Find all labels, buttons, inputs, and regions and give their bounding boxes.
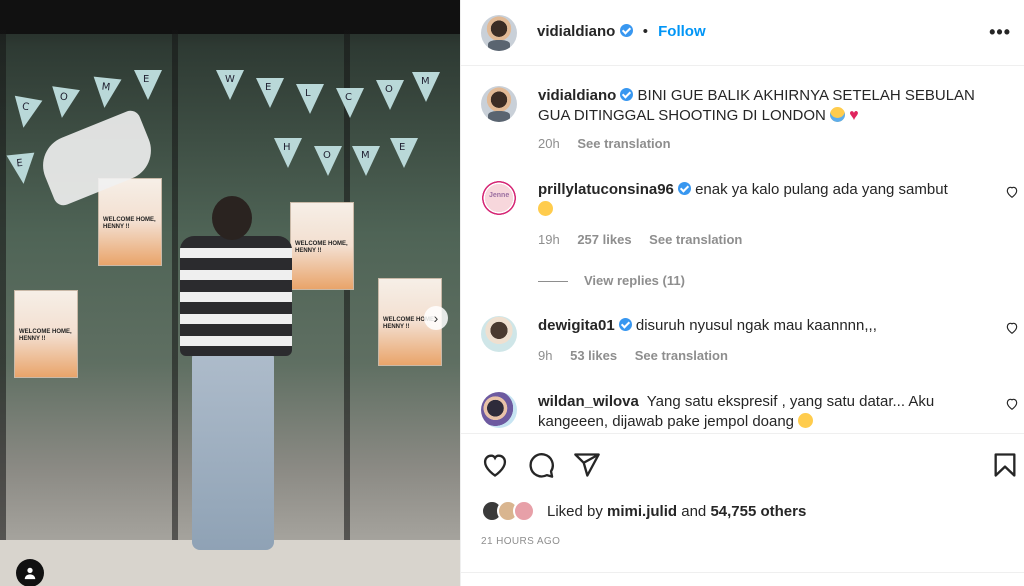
person-legs [192,350,274,550]
banner-pennant: E [6,152,38,186]
bookmark-icon[interactable] [991,451,1019,479]
view-replies-button[interactable]: View replies (11) [538,273,685,288]
share-icon[interactable] [573,451,601,479]
liked-by-prefix: Liked by [547,503,603,520]
username-link[interactable]: vidialdiano [537,23,615,40]
comments-list[interactable]: vidialdiano BINI GUE BALIK AKHIRNYA SETE… [461,66,1024,434]
more-options-icon[interactable]: ••• [989,22,1011,43]
see-translation-button[interactable]: See translation [649,232,742,247]
person-sweater [180,236,292,356]
avatar[interactable] [481,15,517,51]
username-link[interactable]: prillylatuconsina96 [538,181,674,198]
post-media[interactable]: C O M E W E L C O M E H O M E WELCOME HO… [0,0,460,586]
heart-icon[interactable] [481,451,509,479]
comment-meta: 9h 53 likes See translation [538,348,728,363]
banner-pennant: M [412,72,440,102]
banner-pennant: M [90,76,122,110]
comment-time[interactable]: 20h [538,136,560,151]
comment-heart-icon[interactable] [1005,321,1019,335]
welcome-poster: WELCOME HOME, HENNY !! [14,290,78,378]
banner-pennant: E [390,138,418,168]
header-user: vidialdiano • Follow [537,23,706,40]
comment-text: prillylatuconsina96 enak ya kalo pulang … [538,180,978,220]
liked-by-text: Liked by mimi.julid and 54,755 others [547,503,806,520]
comment-text: dewigita01 disuruh nyusul ngak mau kaann… [538,316,978,336]
caption-meta: 20h See translation [538,136,671,151]
username-link[interactable]: vidialdiano [538,87,616,104]
comment-heart-icon[interactable] [1005,397,1019,411]
sad-emoji-icon [538,201,553,216]
action-bar [461,434,1024,494]
banner-pennant: E [134,70,162,100]
liked-by-others-link[interactable]: 54,755 others [710,503,806,520]
post-timestamp[interactable]: 21 HOURS AGO [481,536,560,547]
banner-pennant: E [256,78,284,108]
banner-pennant: C [336,88,364,118]
avatar [513,500,535,522]
banner-pennant: O [48,86,80,120]
banner-pennant: C [9,95,43,131]
see-translation-button[interactable]: See translation [577,136,670,151]
post-header: vidialdiano • Follow ••• [461,0,1024,66]
comment-body: disuruh nyusul ngak mau kaannnn,,, [635,317,877,334]
banner-pennant: W [216,70,244,100]
liked-by-and: and [681,503,707,520]
banner-pennant: M [352,146,380,176]
user-tag-icon[interactable] [16,559,44,586]
red-heart-icon: ♥ [849,107,859,124]
see-translation-button[interactable]: See translation [635,348,728,363]
ceiling [0,0,460,34]
divider [461,572,1024,573]
comment-heart-icon[interactable] [1005,185,1019,199]
laughing-emoji-icon [798,413,814,428]
banner-pennant: O [314,146,342,176]
crying-emoji-icon [829,107,845,122]
verified-badge-icon [620,88,634,101]
comment-icon[interactable] [527,451,555,479]
username-link[interactable]: dewigita01 [538,317,615,334]
comment-body: enak ya kalo pulang ada yang sambut [695,181,948,198]
comment-text: wildan_wilova Yang satu ekspresif , yang… [538,392,978,432]
comment-time[interactable]: 19h [538,232,560,247]
follow-button[interactable]: Follow [658,23,706,40]
avatar[interactable]: Jenne [481,180,517,216]
avatar[interactable] [481,316,517,352]
avatar[interactable] [481,392,517,428]
verified-badge-icon [619,24,633,37]
verified-badge-icon [618,318,632,331]
comment-likes[interactable]: 257 likes [577,232,631,247]
comment-likes[interactable]: 53 likes [570,348,617,363]
welcome-poster: WELCOME HOME, HENNY !! [98,178,162,266]
liked-by-user-link[interactable]: mimi.julid [607,503,677,520]
separator-dot: • [642,23,648,40]
avatar[interactable] [481,86,517,122]
banner-pennant: H [274,138,302,168]
comment-meta: 19h 257 likes See translation [538,232,742,247]
welcome-poster: WELCOME HOME, HENNY !! [290,202,354,290]
caption-text: vidialdiano BINI GUE BALIK AKHIRNYA SETE… [538,86,978,126]
banner-pennant: O [376,80,404,110]
banner-pennant: L [296,84,324,114]
chevron-right-icon[interactable]: › [424,306,448,330]
verified-badge-icon [677,182,691,195]
post-side-panel: vidialdiano • Follow ••• vidialdiano BIN… [460,0,1024,586]
comment-time[interactable]: 9h [538,348,552,363]
person-head [212,196,252,240]
username-link[interactable]: wildan_wilova [538,393,639,410]
